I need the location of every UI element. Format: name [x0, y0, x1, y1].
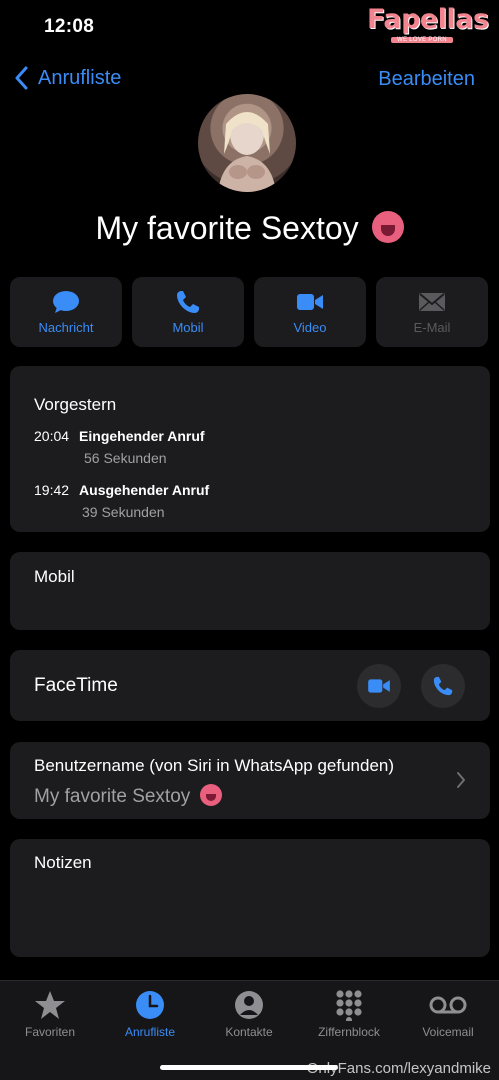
username-card[interactable]: Benutzername (von Siri in WhatsApp gefun…	[10, 742, 490, 819]
history-date-heading: Vorgestern	[34, 395, 117, 414]
tab-kontakte-label: Kontakte	[225, 1025, 273, 1039]
history-entry-type: Eingehender Anruf	[79, 428, 205, 444]
message-button[interactable]: Nachricht	[10, 277, 122, 347]
history-entry: 19:42 Ausgehender Anruf	[34, 482, 209, 498]
facetime-audio-button[interactable]	[421, 664, 465, 708]
watermark-logo: Fapellas WE LOVE PORN	[367, 4, 491, 48]
devil-emoji-icon	[199, 784, 222, 806]
history-entry-duration: 39 Sekunden	[82, 504, 165, 520]
quick-actions: Nachricht Mobil Video E-Mail	[10, 277, 490, 347]
username-value: My favorite Sextoy	[34, 784, 222, 808]
mobile-number-label: Mobil	[34, 567, 75, 586]
phone-icon	[433, 676, 453, 696]
devil-emoji-icon	[371, 211, 404, 243]
video-icon	[368, 679, 390, 693]
tab-ziffernblock[interactable]: Ziffernblock	[299, 989, 399, 1039]
back-button-label: Anrufliste	[38, 66, 122, 89]
keypad-icon	[336, 990, 362, 1021]
tab-kontakte[interactable]: Kontakte	[199, 989, 299, 1039]
mail-icon	[419, 292, 445, 311]
tab-favoriten[interactable]: Favoriten	[0, 989, 100, 1039]
history-entry-type: Ausgehender Anruf	[79, 482, 210, 498]
mobile-call-button[interactable]: Mobil	[132, 277, 244, 347]
watermark-tagline: WE LOVE PORN	[391, 37, 453, 43]
avatar-image	[218, 112, 276, 192]
email-button[interactable]: E-Mail	[376, 277, 488, 347]
call-history-card: Vorgestern 20:04 Eingehender Anruf 56 Sek…	[10, 366, 490, 532]
phone-icon	[177, 290, 199, 313]
tab-favoriten-label: Favoriten	[24, 1025, 76, 1039]
contact-name: My favorite Sextoy	[0, 210, 499, 247]
edit-button[interactable]: Bearbeiten	[378, 68, 475, 91]
facetime-card: FaceTime	[10, 650, 490, 721]
tab-anrufliste-label: Anrufliste	[124, 1025, 176, 1039]
username-value-text: My favorite Sextoy	[34, 786, 191, 807]
video-call-button[interactable]: Video	[254, 277, 366, 347]
star-icon	[35, 991, 65, 1019]
tab-anrufliste[interactable]: Anrufliste	[100, 989, 200, 1039]
username-label: Benutzername (von Siri in WhatsApp gefun…	[34, 756, 395, 775]
tab-voicemail-label: Voicemail	[422, 1025, 474, 1039]
home-indicator[interactable]	[160, 1065, 338, 1070]
back-button[interactable]: Anrufliste	[14, 66, 121, 90]
voicemail-icon	[429, 996, 467, 1014]
watermark-logo-text: Fapellas	[367, 4, 489, 35]
chevron-left-icon	[15, 66, 28, 90]
status-time: 12:08	[44, 16, 95, 37]
video-call-button-label: Video	[293, 319, 327, 335]
message-icon	[53, 290, 79, 313]
chevron-right-icon	[457, 772, 465, 788]
facetime-video-button[interactable]	[357, 664, 401, 708]
notes-card[interactable]: Notizen	[10, 839, 490, 957]
history-entry: 20:04 Eingehender Anruf	[34, 428, 205, 444]
tab-ziffernblock-label: Ziffernblock	[318, 1025, 380, 1039]
clock-icon	[136, 991, 164, 1019]
notes-label: Notizen	[34, 853, 92, 872]
message-button-label: Nachricht	[38, 319, 94, 335]
facetime-label: FaceTime	[34, 675, 118, 696]
avatar[interactable]	[198, 94, 296, 192]
person-icon	[235, 991, 263, 1019]
video-icon	[297, 293, 323, 310]
mobile-number-card[interactable]: Mobil	[10, 552, 490, 630]
history-entry-time: 19:42	[34, 482, 70, 498]
history-entry-time: 20:04	[34, 428, 70, 444]
tab-voicemail[interactable]: Voicemail	[398, 989, 498, 1039]
mobile-call-button-label: Mobil	[172, 319, 204, 335]
history-entry-duration: 56 Sekunden	[84, 450, 167, 466]
contact-name-text: My favorite Sextoy	[95, 210, 359, 246]
email-button-label: E-Mail	[413, 319, 451, 335]
